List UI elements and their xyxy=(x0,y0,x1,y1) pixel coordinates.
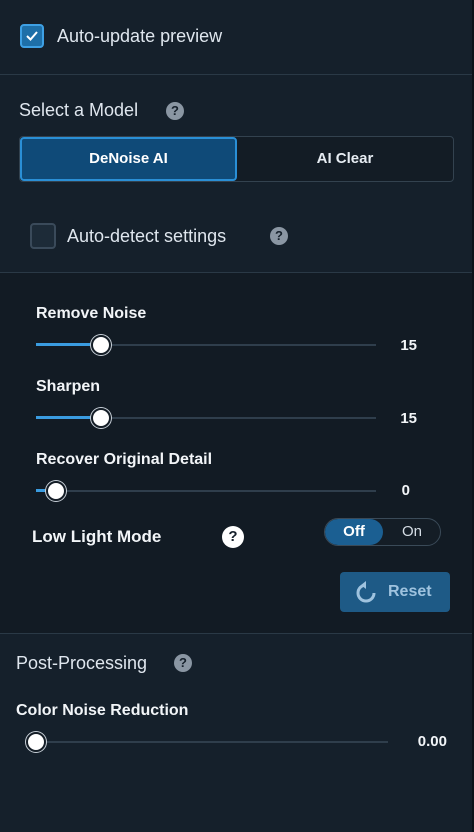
slider-label-sharpen: Sharpen xyxy=(36,378,101,395)
slider-label-remove-noise: Remove Noise xyxy=(36,305,147,322)
recover-detail-slider-thumb[interactable] xyxy=(46,481,66,501)
slider-track[interactable] xyxy=(28,741,388,743)
slider-label-color-noise-reduction: Color Noise Reduction xyxy=(16,702,189,719)
divider xyxy=(0,272,472,273)
model-selector: DeNoise AI AI Clear xyxy=(19,136,454,182)
model-option-denoise-ai[interactable]: DeNoise AI xyxy=(20,137,237,181)
divider xyxy=(0,633,472,634)
divider xyxy=(0,74,472,75)
low-light-toggle[interactable]: Off On xyxy=(324,518,441,546)
low-light-off-option[interactable]: Off xyxy=(325,519,383,545)
recover-detail-value: 0 xyxy=(401,482,410,499)
remove-noise-value: 15 xyxy=(400,337,417,354)
reset-label: Reset xyxy=(388,583,432,600)
color-noise-slider-thumb[interactable] xyxy=(26,732,46,752)
select-model-heading: Select a Model xyxy=(19,100,139,120)
reset-button[interactable]: Reset xyxy=(340,572,450,612)
denoise-settings-panel: Auto-update preview Select a Model ? DeN… xyxy=(0,0,474,832)
model-option-ai-clear[interactable]: AI Clear xyxy=(237,137,453,181)
auto-update-checkbox[interactable] xyxy=(20,24,44,48)
auto-detect-checkbox[interactable] xyxy=(30,223,56,249)
help-icon[interactable]: ? xyxy=(174,654,192,672)
auto-update-label: Auto-update preview xyxy=(57,26,223,46)
sharpen-value: 15 xyxy=(400,410,417,427)
remove-noise-slider-thumb[interactable] xyxy=(91,335,111,355)
auto-detect-label: Auto-detect settings xyxy=(67,226,227,246)
help-icon[interactable]: ? xyxy=(222,526,244,548)
help-icon[interactable]: ? xyxy=(270,227,288,245)
slider-track[interactable] xyxy=(36,490,376,492)
color-noise-value: 0.00 xyxy=(417,733,447,750)
slider-label-recover-detail: Recover Original Detail xyxy=(36,451,213,468)
low-light-mode-label: Low Light Mode xyxy=(32,527,162,546)
refresh-icon xyxy=(356,581,376,603)
low-light-on-option[interactable]: On xyxy=(383,519,440,545)
post-processing-heading: Post-Processing xyxy=(16,653,148,673)
sharpen-slider-thumb[interactable] xyxy=(91,408,111,428)
help-icon[interactable]: ? xyxy=(166,102,184,120)
checkmark-icon xyxy=(26,31,38,41)
